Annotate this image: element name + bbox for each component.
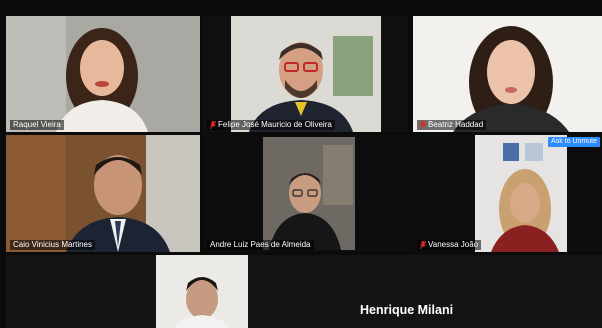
participant-tile-vanessa[interactable]: Ask to Unmute Vanessa João <box>413 135 602 252</box>
muted-mic-icon <box>420 121 426 129</box>
video-grid: Raquel Vieira Felipe José Mauricio de Ol… <box>0 0 602 328</box>
participant-tile-beatriz[interactable]: Beatriz Haddad <box>413 16 602 132</box>
participant-name: Raquel Vieira <box>10 120 64 130</box>
muted-mic-icon <box>420 241 426 249</box>
participant-name: Caio Vinicius Martines <box>10 240 95 250</box>
participant-tile-caio[interactable]: Caio Vinicius Martines <box>6 135 200 252</box>
muted-mic-icon <box>210 121 216 129</box>
participant-tile-felipe[interactable]: Felipe José Mauricio de Oliveira <box>203 16 408 132</box>
participant-video <box>203 16 408 132</box>
participant-video <box>413 16 602 132</box>
participant-video <box>6 135 200 252</box>
participant-video <box>6 16 200 132</box>
participant-tile-raquel[interactable]: Raquel Vieira <box>6 16 200 132</box>
participant-video <box>203 135 411 252</box>
participant-name: Andre Luiz Paes de Almeida <box>207 240 314 250</box>
participant-video <box>6 255 602 328</box>
participant-tile-andre[interactable]: Andre Luiz Paes de Almeida <box>203 135 411 252</box>
ask-to-unmute-button[interactable]: Ask to Unmute <box>548 137 600 147</box>
participant-video <box>413 135 602 252</box>
participant-tile-henrique[interactable] <box>6 255 602 328</box>
participant-name: Beatriz Haddad <box>417 120 487 130</box>
participant-name: Vanessa João <box>417 240 482 250</box>
participant-name: Felipe José Mauricio de Oliveira <box>207 120 335 130</box>
active-speaker-name: Henrique Milani <box>360 303 454 317</box>
